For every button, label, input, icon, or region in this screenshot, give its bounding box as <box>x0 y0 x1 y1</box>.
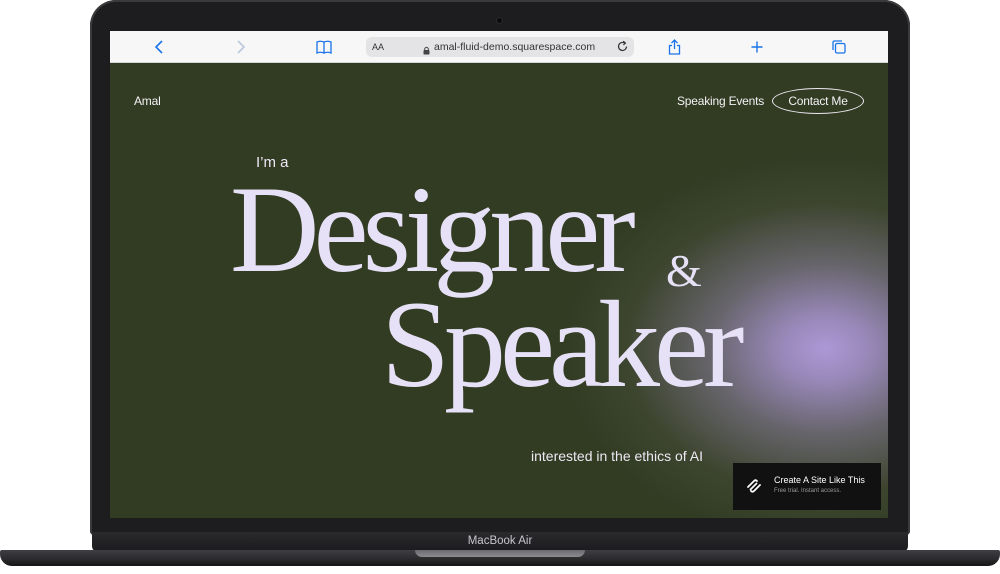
badge-title: Create A Site Like This <box>774 475 865 485</box>
squarespace-logo-icon <box>746 478 762 499</box>
hero-tagline: interested in the ethics of AI <box>531 448 703 464</box>
bookmarks-icon[interactable] <box>310 31 338 63</box>
laptop-screen: AA amal-fluid-demo.squarespace.com Amal … <box>110 31 888 518</box>
forward-icon[interactable] <box>227 31 255 63</box>
text-size-button[interactable]: AA <box>372 37 384 57</box>
hero-headline-designer: Designer <box>230 161 636 298</box>
url-text: amal-fluid-demo.squarespace.com <box>434 41 596 53</box>
new-tab-icon[interactable] <box>743 31 771 63</box>
reload-icon[interactable] <box>616 40 629 58</box>
contact-button[interactable]: Contact Me <box>772 88 864 114</box>
tabs-icon[interactable] <box>825 31 853 63</box>
create-site-badge[interactable]: Create A Site Like This Free trial. Inst… <box>733 463 881 510</box>
address-bar[interactable]: AA amal-fluid-demo.squarespace.com <box>366 37 634 57</box>
nav-link-speaking-events[interactable]: Speaking Events <box>677 94 764 108</box>
camera-icon <box>496 17 503 24</box>
website-page: Amal Speaking Events Contact Me I’m a De… <box>110 64 888 518</box>
lock-icon <box>423 42 430 60</box>
browser-toolbar: AA amal-fluid-demo.squarespace.com <box>110 31 888 63</box>
site-brand[interactable]: Amal <box>134 94 161 108</box>
hero-headline-speaker: Speaker <box>381 276 744 413</box>
laptop-notch <box>415 550 585 557</box>
badge-subtitle: Free trial. Instant access. <box>774 488 842 494</box>
device-label: MacBook Air <box>467 535 533 547</box>
back-icon[interactable] <box>145 31 173 63</box>
macbook-mockup: AA amal-fluid-demo.squarespace.com Amal … <box>0 0 1000 574</box>
share-icon[interactable] <box>660 31 688 63</box>
